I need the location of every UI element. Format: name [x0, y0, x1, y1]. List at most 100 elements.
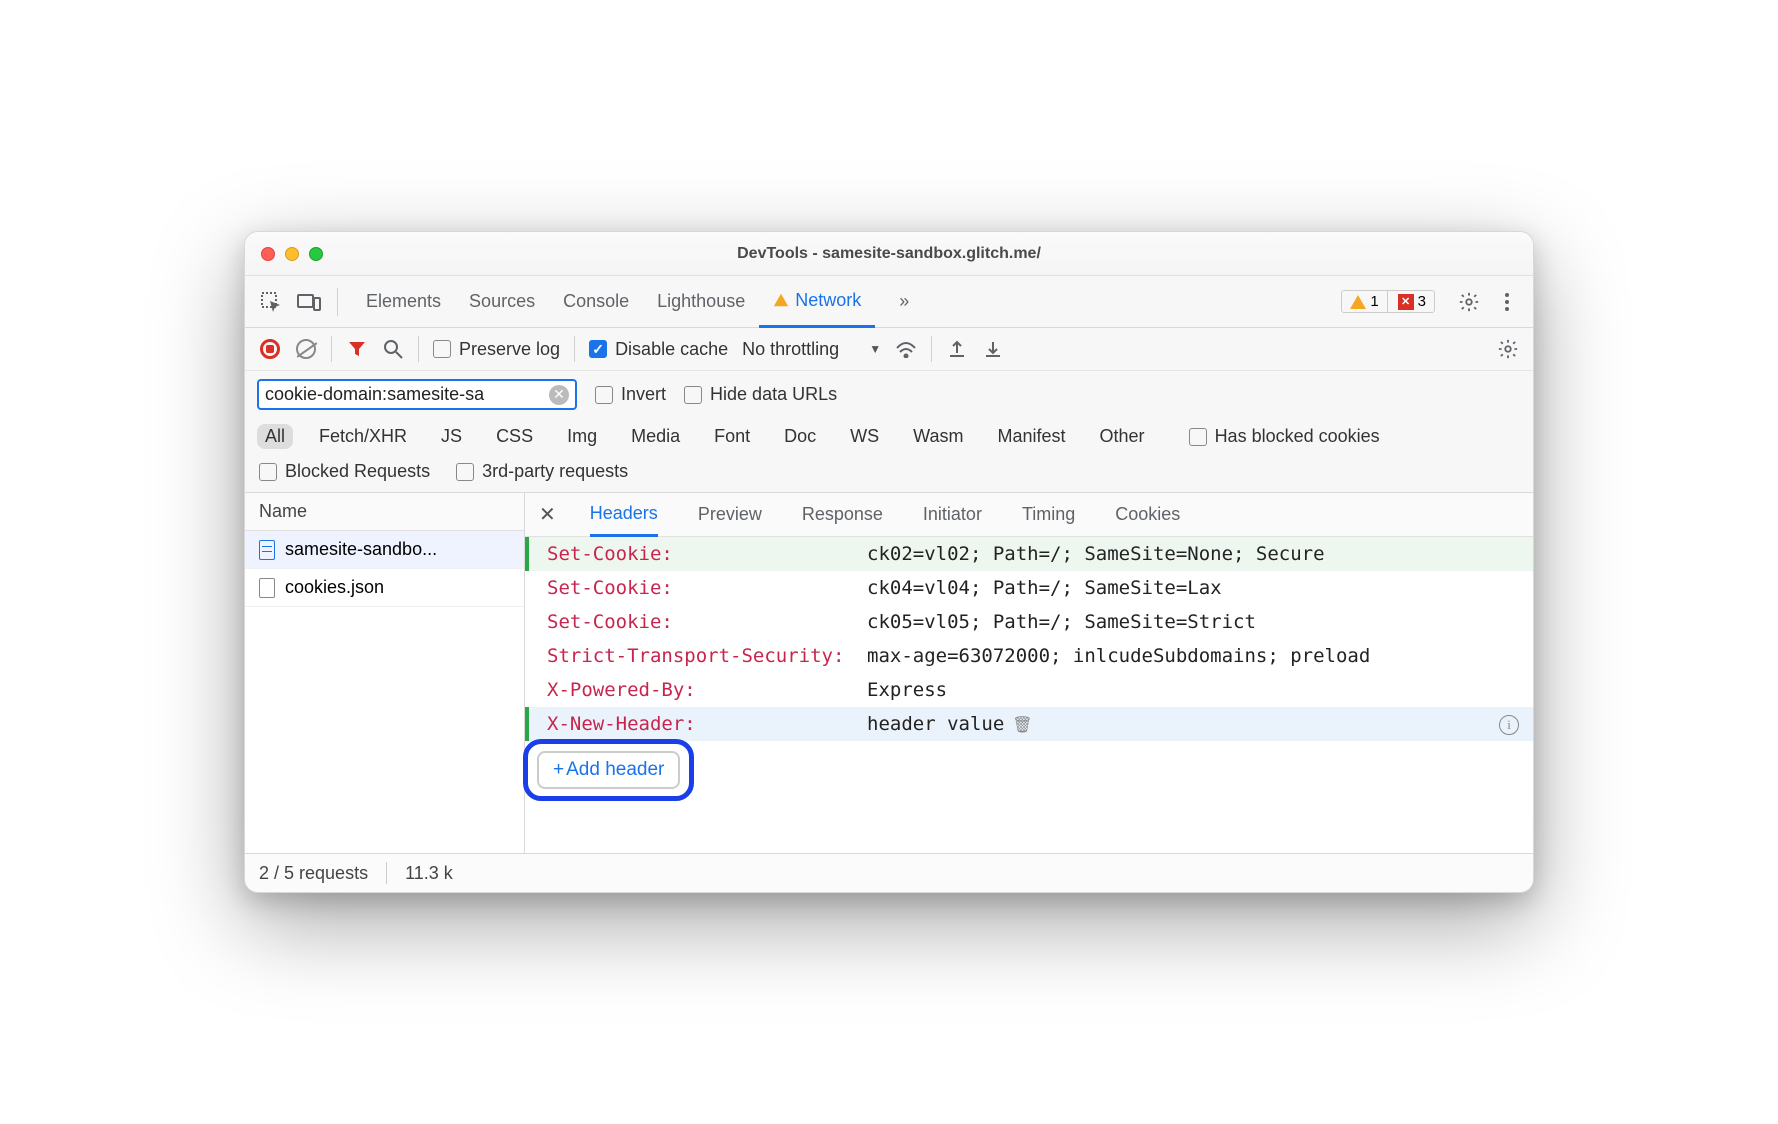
checkbox-icon [1189, 428, 1207, 446]
has-blocked-cookies-checkbox[interactable]: Has blocked cookies [1189, 426, 1380, 447]
transferred-size: 11.3 k [405, 863, 453, 884]
filter-input[interactable] [265, 384, 549, 405]
header-name: Set-Cookie: [547, 577, 867, 599]
tab-sources[interactable]: Sources [455, 276, 549, 328]
tab-console[interactable]: Console [549, 276, 643, 328]
close-detail-icon[interactable]: ✕ [539, 502, 562, 527]
warning-count[interactable]: 1 [1342, 291, 1387, 312]
checkbox-icon [456, 463, 474, 481]
network-settings-gear-icon[interactable] [1497, 338, 1519, 360]
column-header-name[interactable]: Name [245, 493, 524, 531]
error-icon: ✕ [1398, 294, 1414, 310]
headers-list: Set-Cookie:ck02=vl02; Path=/; SameSite=N… [525, 537, 1533, 853]
header-row: Set-Cookie:ck05=vl05; Path=/; SameSite=S… [525, 605, 1533, 639]
network-toolbar: Preserve log ✓ Disable cache No throttli… [245, 328, 1533, 371]
warning-icon [1350, 295, 1366, 309]
detail-tab-timing[interactable]: Timing [1022, 493, 1075, 537]
header-row: X-Powered-By:Express [525, 673, 1533, 707]
checkbox-icon [684, 386, 702, 404]
delete-header-icon[interactable]: 🗑 [1012, 715, 1032, 734]
header-name: X-Powered-By: [547, 679, 867, 701]
type-chip-img[interactable]: Img [559, 424, 605, 449]
type-chip-js[interactable]: JS [433, 424, 470, 449]
device-mode-icon[interactable] [295, 288, 323, 316]
type-chip-all[interactable]: All [257, 424, 293, 449]
type-chip-font[interactable]: Font [706, 424, 758, 449]
hide-data-urls-checkbox[interactable]: Hide data URLs [684, 384, 837, 405]
header-name: Set-Cookie: [547, 543, 867, 565]
tab-elements[interactable]: Elements [352, 276, 455, 328]
network-conditions-icon[interactable] [895, 338, 917, 360]
disable-cache-checkbox[interactable]: ✓ Disable cache [589, 339, 728, 360]
request-count: 2 / 5 requests [259, 863, 368, 884]
more-tabs-chevron[interactable]: » [885, 276, 923, 328]
tab-network[interactable]: Network [759, 276, 875, 328]
type-chip-manifest[interactable]: Manifest [990, 424, 1074, 449]
detail-tabs: ✕ Headers Preview Response Initiator Timing C… [525, 493, 1533, 537]
type-chip-fetchxhr[interactable]: Fetch/XHR [311, 424, 415, 449]
clear-button[interactable] [295, 338, 317, 360]
detail-tab-preview[interactable]: Preview [698, 493, 762, 537]
filter-row: ✕ Invert Hide data URLs [245, 371, 1533, 418]
checkbox-icon [259, 463, 277, 481]
header-name: X-New-Header: [547, 713, 867, 735]
add-header-button[interactable]: +Add header [537, 751, 680, 789]
type-chip-media[interactable]: Media [623, 424, 688, 449]
filter-input-wrap[interactable]: ✕ [257, 379, 577, 410]
header-value[interactable]: header value🗑 [867, 713, 1083, 735]
third-party-requests-checkbox[interactable]: 3rd-party requests [456, 461, 628, 482]
request-name: cookies.json [285, 577, 384, 598]
record-button[interactable] [259, 338, 281, 360]
throttling-dropdown[interactable]: No throttling ▼ [742, 339, 881, 360]
request-row[interactable]: cookies.json [245, 569, 524, 607]
checkbox-icon [595, 386, 613, 404]
type-chip-ws[interactable]: WS [842, 424, 887, 449]
header-value: ck04=vl04; Path=/; SameSite=Lax [867, 577, 1272, 599]
titlebar: DevTools - samesite-sandbox.glitch.me/ [245, 232, 1533, 276]
invert-checkbox[interactable]: Invert [595, 384, 666, 405]
detail-tab-headers[interactable]: Headers [590, 493, 658, 537]
detail-tab-initiator[interactable]: Initiator [923, 493, 982, 537]
add-header-label: Add header [566, 759, 664, 781]
network-split: Name samesite-sandbo... cookies.json ✕ He… [245, 493, 1533, 853]
inspect-element-icon[interactable] [257, 288, 285, 316]
checkbox-icon [433, 340, 451, 358]
header-value: ck05=vl05; Path=/; SameSite=Strict [867, 611, 1306, 633]
tab-lighthouse[interactable]: Lighthouse [643, 276, 759, 328]
error-count[interactable]: ✕ 3 [1390, 291, 1434, 312]
type-chip-css[interactable]: CSS [488, 424, 541, 449]
document-icon [259, 540, 275, 560]
devtools-window: DevTools - samesite-sandbox.glitch.me/ E… [244, 231, 1534, 893]
detail-tab-response[interactable]: Response [802, 493, 883, 537]
type-chip-doc[interactable]: Doc [776, 424, 824, 449]
kebab-menu-icon[interactable] [1493, 288, 1521, 316]
header-row[interactable]: X-New-Header:header value🗑 i [525, 707, 1533, 741]
warning-icon [774, 294, 788, 307]
header-row: Set-Cookie:ck04=vl04; Path=/; SameSite=L… [525, 571, 1533, 605]
type-chips-row: All Fetch/XHR JS CSS Img Media Font Doc WS Wasm Ma… [245, 418, 1533, 455]
header-row: Strict-Transport-Security:max-age=630720… [525, 639, 1533, 673]
preserve-log-checkbox[interactable]: Preserve log [433, 339, 560, 360]
checkbox-icon: ✓ [589, 340, 607, 358]
blocked-requests-checkbox[interactable]: Blocked Requests [259, 461, 430, 482]
clear-filter-icon[interactable]: ✕ [549, 385, 569, 405]
header-value: max-age=63072000; inlcudeSubdomains; pre… [867, 645, 1420, 667]
filter-icon[interactable] [346, 338, 368, 360]
settings-gear-icon[interactable] [1455, 288, 1483, 316]
status-bar: 2 / 5 requests 11.3 k [245, 853, 1533, 892]
issue-counts[interactable]: 1 ✕ 3 [1341, 290, 1435, 313]
request-row[interactable]: samesite-sandbo... [245, 531, 524, 569]
header-row: Set-Cookie:ck02=vl02; Path=/; SameSite=N… [525, 537, 1533, 571]
type-chip-other[interactable]: Other [1092, 424, 1153, 449]
header-value: ck02=vl02; Path=/; SameSite=None; Secure [867, 543, 1375, 565]
info-icon[interactable]: i [1499, 715, 1519, 735]
search-icon[interactable] [382, 338, 404, 360]
import-har-icon[interactable] [982, 338, 1004, 360]
file-icon [259, 578, 275, 598]
detail-tab-cookies[interactable]: Cookies [1115, 493, 1180, 537]
header-value: Express [867, 679, 997, 701]
header-name: Strict-Transport-Security: [547, 645, 867, 667]
extra-filters-row: Blocked Requests 3rd-party requests [245, 455, 1533, 493]
export-har-icon[interactable] [946, 338, 968, 360]
type-chip-wasm[interactable]: Wasm [905, 424, 971, 449]
